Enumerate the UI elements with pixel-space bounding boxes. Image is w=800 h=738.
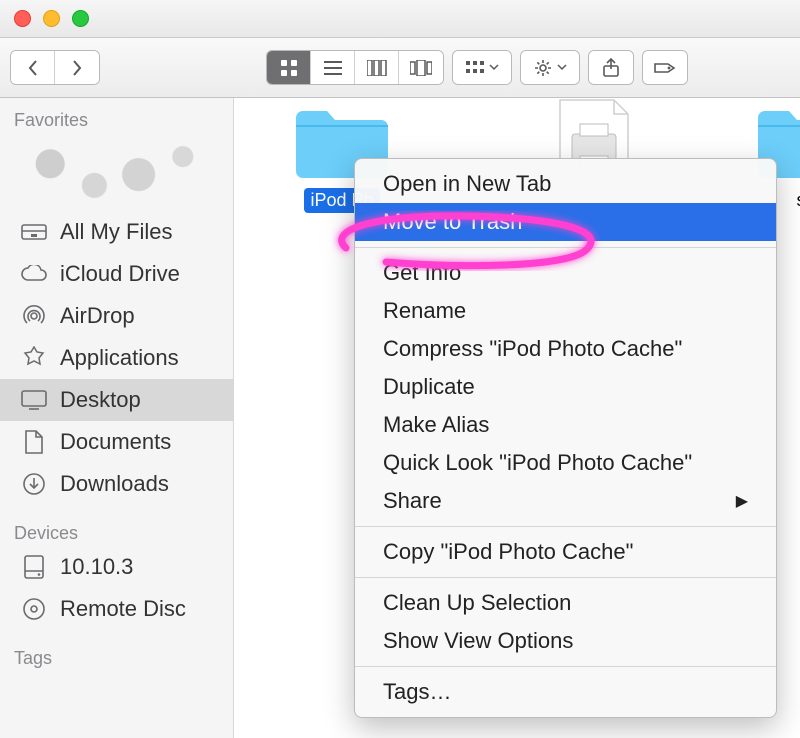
menu-compress[interactable]: Compress "iPod Photo Cache" <box>355 330 776 368</box>
back-button[interactable] <box>11 51 55 84</box>
sidebar-item-label: Downloads <box>60 471 169 497</box>
traffic-lights <box>14 10 89 27</box>
minimize-window-button[interactable] <box>43 10 60 27</box>
chevron-right-icon <box>70 59 84 77</box>
forward-button[interactable] <box>55 51 99 84</box>
sidebar-item-applications[interactable]: Applications <box>0 337 233 379</box>
list-icon <box>324 60 342 76</box>
view-mode-segment <box>266 50 444 85</box>
menu-item-label: Move to Trash <box>383 209 522 235</box>
disk-icon <box>20 554 48 580</box>
menu-item-label: Show View Options <box>383 628 573 654</box>
menu-item-label: Copy "iPod Photo Cache" <box>383 539 633 565</box>
chevron-down-icon <box>557 64 567 71</box>
sidebar-item-airdrop[interactable]: AirDrop <box>0 295 233 337</box>
sidebar: Favorites All My Files iCloud Drive AirD… <box>0 98 234 738</box>
menu-separator <box>355 526 776 527</box>
close-window-button[interactable] <box>14 10 31 27</box>
grid-icon <box>280 59 298 77</box>
menu-tags[interactable]: Tags… <box>355 673 776 711</box>
favorites-header: Favorites <box>0 106 233 133</box>
menu-item-label: Open in New Tab <box>383 171 551 197</box>
menu-duplicate[interactable]: Duplicate <box>355 368 776 406</box>
columns-icon <box>367 60 387 76</box>
menu-copy[interactable]: Copy "iPod Photo Cache" <box>355 533 776 571</box>
menu-item-label: Quick Look "iPod Photo Cache" <box>383 450 692 476</box>
sidebar-item-label: iCloud Drive <box>60 261 180 287</box>
menu-item-label: Share <box>383 488 442 514</box>
applications-icon <box>20 345 48 371</box>
share-button[interactable] <box>589 51 633 84</box>
devices-header: Devices <box>0 519 233 546</box>
list-view-button[interactable] <box>311 51 355 84</box>
sidebar-item-downloads[interactable]: Downloads <box>0 463 233 505</box>
menu-move-to-trash[interactable]: Move to Trash <box>355 203 776 241</box>
documents-icon <box>20 429 48 455</box>
menu-rename[interactable]: Rename <box>355 292 776 330</box>
menu-view-options[interactable]: Show View Options <box>355 622 776 660</box>
downloads-icon <box>20 471 48 497</box>
share-segment <box>588 50 634 85</box>
edit-tags-button[interactable] <box>643 51 687 84</box>
sidebar-item-icloud-drive[interactable]: iCloud Drive <box>0 253 233 295</box>
gear-icon <box>534 59 552 77</box>
tags-segment <box>642 50 688 85</box>
context-menu: Open in New Tab Move to Trash Get Info R… <box>354 158 777 718</box>
menu-item-label: Tags… <box>383 679 451 705</box>
sidebar-item-desktop[interactable]: Desktop <box>0 379 233 421</box>
arrange-icon <box>466 61 484 75</box>
coverflow-view-button[interactable] <box>399 51 443 84</box>
chevron-left-icon <box>26 59 40 77</box>
menu-clean-up[interactable]: Clean Up Selection <box>355 584 776 622</box>
coverflow-icon <box>410 60 432 76</box>
window-titlebar <box>0 0 800 38</box>
icon-view-button[interactable] <box>267 51 311 84</box>
redacted-area <box>6 135 227 207</box>
sidebar-item-documents[interactable]: Documents <box>0 421 233 463</box>
action-button[interactable] <box>521 51 579 84</box>
airdrop-icon <box>20 303 48 329</box>
zoom-window-button[interactable] <box>72 10 89 27</box>
sidebar-item-label: 10.10.3 <box>60 554 133 580</box>
menu-separator <box>355 577 776 578</box>
tag-icon <box>654 60 676 76</box>
nav-back-forward <box>10 50 100 85</box>
all-my-files-icon <box>20 219 48 245</box>
disc-icon <box>20 596 48 622</box>
arrange-button[interactable] <box>453 51 511 84</box>
sidebar-item-label: Remote Disc <box>60 596 186 622</box>
action-segment <box>520 50 580 85</box>
menu-separator <box>355 666 776 667</box>
menu-make-alias[interactable]: Make Alias <box>355 406 776 444</box>
arrange-segment <box>452 50 512 85</box>
sidebar-item-all-my-files[interactable]: All My Files <box>0 211 233 253</box>
sidebar-item-label: AirDrop <box>60 303 135 329</box>
menu-item-label: Clean Up Selection <box>383 590 571 616</box>
sidebar-item-label: Desktop <box>60 387 141 413</box>
menu-item-label: Make Alias <box>383 412 489 438</box>
sidebar-item-volume[interactable]: 10.10.3 <box>0 546 233 588</box>
sidebar-item-remote-disc[interactable]: Remote Disc <box>0 588 233 630</box>
cloud-icon <box>20 261 48 287</box>
menu-open-new-tab[interactable]: Open in New Tab <box>355 165 776 203</box>
menu-quick-look[interactable]: Quick Look "iPod Photo Cache" <box>355 444 776 482</box>
share-icon <box>602 58 620 78</box>
toolbar <box>0 38 800 98</box>
menu-get-info[interactable]: Get Info <box>355 254 776 292</box>
column-view-button[interactable] <box>355 51 399 84</box>
menu-item-label: Rename <box>383 298 466 324</box>
submenu-arrow-icon: ▶ <box>736 491 748 511</box>
sidebar-item-label: Applications <box>60 345 179 371</box>
file-label: sr <box>791 188 800 213</box>
menu-share[interactable]: Share ▶ <box>355 482 776 520</box>
menu-item-label: Compress "iPod Photo Cache" <box>383 336 682 362</box>
tags-header: Tags <box>0 644 233 671</box>
sidebar-item-label: All My Files <box>60 219 172 245</box>
sidebar-item-label: Documents <box>60 429 171 455</box>
desktop-icon <box>20 387 48 413</box>
chevron-down-icon <box>489 64 499 71</box>
menu-separator <box>355 247 776 248</box>
menu-item-label: Get Info <box>383 260 461 286</box>
menu-item-label: Duplicate <box>383 374 475 400</box>
